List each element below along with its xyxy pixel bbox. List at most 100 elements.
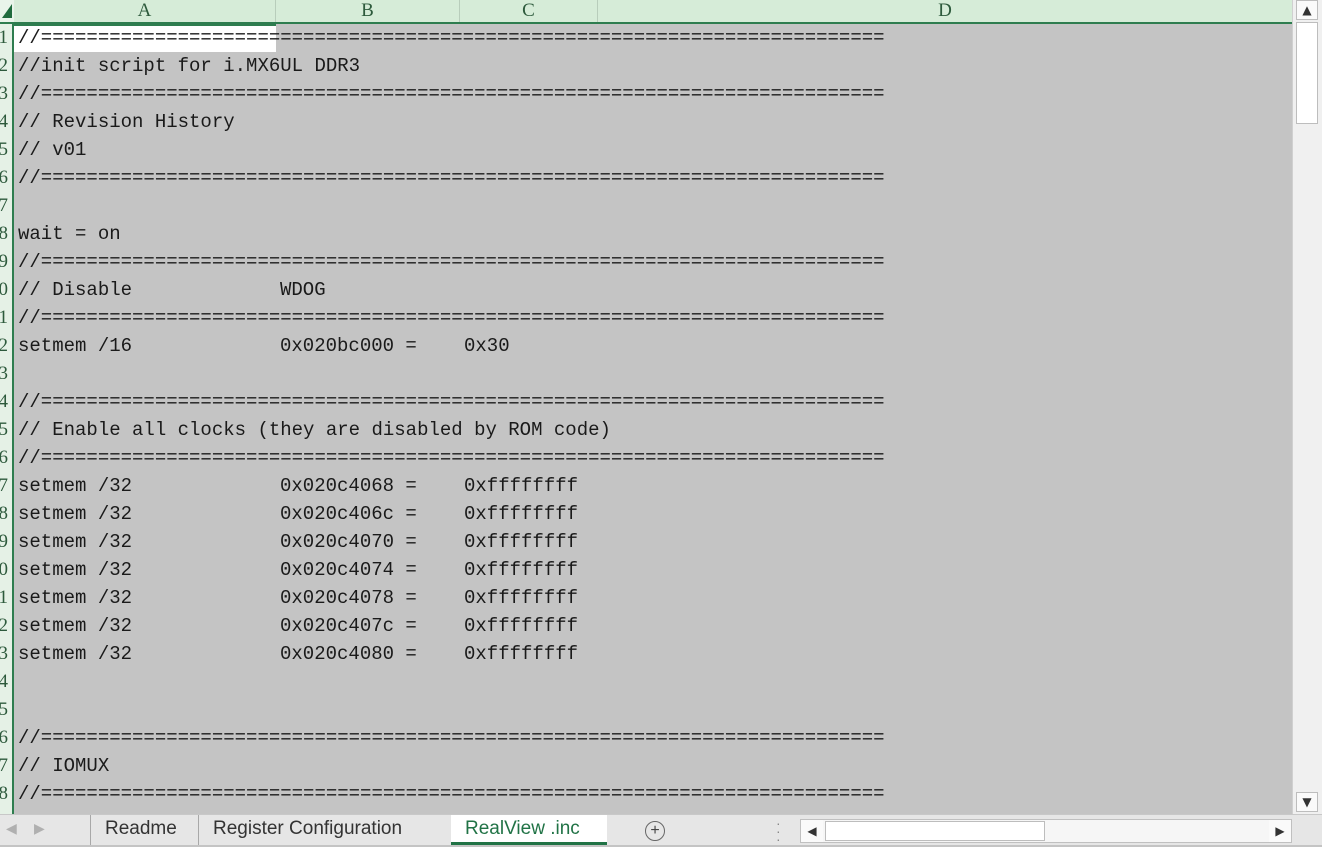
cell-a[interactable]: // Disable bbox=[18, 276, 132, 304]
triangle-right-icon[interactable]: ▶ bbox=[1269, 820, 1291, 842]
cell-b[interactable]: 0x020bc000 = bbox=[280, 332, 417, 360]
cell-a[interactable]: //======================================… bbox=[18, 24, 885, 52]
row-number[interactable]: 7 bbox=[0, 472, 8, 500]
triangle-down-icon[interactable]: ▼ bbox=[1296, 792, 1318, 812]
row-number[interactable]: 9 bbox=[0, 528, 8, 556]
cell-a[interactable]: setmem /32 bbox=[18, 584, 132, 612]
table-row: //======================================… bbox=[14, 724, 1292, 752]
row-number[interactable]: 2 bbox=[0, 612, 8, 640]
cell-a[interactable]: // IOMUX bbox=[18, 752, 109, 780]
more-options-icon[interactable]: · · · bbox=[776, 816, 781, 846]
tab-realview-inc[interactable]: RealView .inc bbox=[451, 815, 607, 845]
cell-a[interactable]: //======================================… bbox=[18, 80, 885, 108]
cell-a[interactable]: //======================================… bbox=[18, 444, 885, 472]
row-number[interactable]: 7 bbox=[0, 752, 8, 780]
tab-register-configuration[interactable]: Register Configuration bbox=[198, 815, 416, 845]
vertical-scroll-thumb[interactable] bbox=[1296, 22, 1318, 124]
cell-b[interactable]: 0x020c4070 = bbox=[280, 528, 417, 556]
column-header-b[interactable]: B bbox=[276, 0, 460, 22]
cell-a[interactable]: // v01 bbox=[18, 136, 86, 164]
row-number[interactable]: 6 bbox=[0, 444, 8, 472]
row-number[interactable]: 8 bbox=[0, 780, 8, 808]
row-number[interactable]: 9 bbox=[0, 248, 8, 276]
tab-scroll-left-icon[interactable]: ◀ bbox=[6, 820, 17, 837]
row-number[interactable]: 4 bbox=[0, 388, 8, 416]
cell-b[interactable]: 0x020c406c = bbox=[280, 500, 417, 528]
column-header-c[interactable]: C bbox=[460, 0, 598, 22]
cell-b[interactable]: 0x020c4078 = bbox=[280, 584, 417, 612]
row-number[interactable]: 3 bbox=[0, 640, 8, 668]
row-number[interactable]: 2 bbox=[0, 52, 8, 80]
row-number[interactable]: 1 bbox=[0, 24, 8, 52]
vertical-scrollbar[interactable]: ▲ ▼ bbox=[1292, 0, 1322, 814]
cell-c[interactable]: 0xffffffff bbox=[464, 500, 578, 528]
row-number[interactable]: 5 bbox=[0, 416, 8, 444]
row-number[interactable]: 1 bbox=[0, 304, 8, 332]
cell-a[interactable]: //======================================… bbox=[18, 724, 885, 752]
cell-c[interactable]: 0xffffffff bbox=[464, 640, 578, 668]
table-row: //init script for i.MX6UL DDR3 bbox=[14, 52, 1292, 80]
horizontal-scroll-thumb[interactable] bbox=[825, 821, 1045, 841]
column-header-d[interactable]: D bbox=[598, 0, 1292, 22]
row-number[interactable]: 1 bbox=[0, 584, 8, 612]
row-number[interactable]: 0 bbox=[0, 556, 8, 584]
row-number[interactable]: 8 bbox=[0, 220, 8, 248]
plus-circle-icon[interactable]: + bbox=[645, 821, 665, 841]
column-header-a[interactable]: A bbox=[14, 0, 276, 22]
cell-a[interactable]: setmem /32 bbox=[18, 556, 132, 584]
row-number[interactable]: 7 bbox=[0, 192, 8, 220]
row-number[interactable]: 8 bbox=[0, 500, 8, 528]
row-number[interactable]: 4 bbox=[0, 108, 8, 136]
row-number[interactable]: 2 bbox=[0, 332, 8, 360]
cell-c[interactable]: 0x30 bbox=[464, 332, 510, 360]
table-row: // Disable WDOG bbox=[14, 276, 1292, 304]
table-row bbox=[14, 668, 1292, 696]
cell-b[interactable]: 0x020c407c = bbox=[280, 612, 417, 640]
worksheet-grid[interactable]: //======================================… bbox=[14, 24, 1292, 814]
row-number[interactable]: 3 bbox=[0, 80, 8, 108]
cell-a[interactable]: setmem /32 bbox=[18, 640, 132, 668]
cell-a[interactable]: //======================================… bbox=[18, 780, 885, 808]
cell-b[interactable]: WDOG bbox=[280, 276, 326, 304]
cell-b[interactable]: 0x020c4074 = bbox=[280, 556, 417, 584]
cell-c[interactable]: 0xffffffff bbox=[464, 584, 578, 612]
row-number[interactable]: 5 bbox=[0, 696, 8, 724]
table-row: // Revision History bbox=[14, 108, 1292, 136]
cell-b[interactable]: 0x020c4080 = bbox=[280, 640, 417, 668]
cell-a[interactable]: setmem /16 bbox=[18, 332, 132, 360]
cell-a[interactable]: setmem /32 bbox=[18, 528, 132, 556]
cell-a[interactable]: //======================================… bbox=[18, 248, 885, 276]
row-number[interactable]: 6 bbox=[0, 724, 8, 752]
tab-scroll-right-icon[interactable]: ▶ bbox=[34, 820, 45, 837]
table-row: // v01 bbox=[14, 136, 1292, 164]
select-all-corner[interactable] bbox=[0, 0, 14, 22]
table-row: wait = on bbox=[14, 220, 1292, 248]
cell-a[interactable]: //======================================… bbox=[18, 388, 885, 416]
cell-a[interactable]: // Enable all clocks (they are disabled … bbox=[18, 416, 611, 444]
table-row: setmem /32 0x020c4078 = 0xffffffff bbox=[14, 584, 1292, 612]
table-row: setmem /32 0x020c406c = 0xffffffff bbox=[14, 500, 1292, 528]
row-number[interactable]: 0 bbox=[0, 276, 8, 304]
cell-a[interactable]: //init script for i.MX6UL DDR3 bbox=[18, 52, 360, 80]
horizontal-scrollbar[interactable]: ◀ ▶ bbox=[800, 819, 1292, 843]
row-number[interactable]: 4 bbox=[0, 668, 8, 696]
cell-a[interactable]: wait = on bbox=[18, 220, 121, 248]
cell-c[interactable]: 0xffffffff bbox=[464, 528, 578, 556]
cell-c[interactable]: 0xffffffff bbox=[464, 472, 578, 500]
cell-b[interactable]: 0x020c4068 = bbox=[280, 472, 417, 500]
cell-c[interactable]: 0xffffffff bbox=[464, 556, 578, 584]
cell-c[interactable]: 0xffffffff bbox=[464, 612, 578, 640]
triangle-up-icon[interactable]: ▲ bbox=[1296, 0, 1318, 20]
cell-a[interactable]: setmem /32 bbox=[18, 472, 132, 500]
cell-a[interactable]: setmem /32 bbox=[18, 612, 132, 640]
row-number[interactable]: 5 bbox=[0, 136, 8, 164]
row-number[interactable]: 6 bbox=[0, 164, 8, 192]
table-row: //======================================… bbox=[14, 24, 1292, 52]
cell-a[interactable]: setmem /32 bbox=[18, 500, 132, 528]
row-number[interactable]: 3 bbox=[0, 360, 8, 388]
cell-a[interactable]: //======================================… bbox=[18, 164, 885, 192]
cell-a[interactable]: //======================================… bbox=[18, 304, 885, 332]
cell-a[interactable]: // Revision History bbox=[18, 108, 235, 136]
triangle-left-icon[interactable]: ◀ bbox=[801, 820, 823, 842]
tab-readme[interactable]: Readme bbox=[90, 815, 191, 845]
